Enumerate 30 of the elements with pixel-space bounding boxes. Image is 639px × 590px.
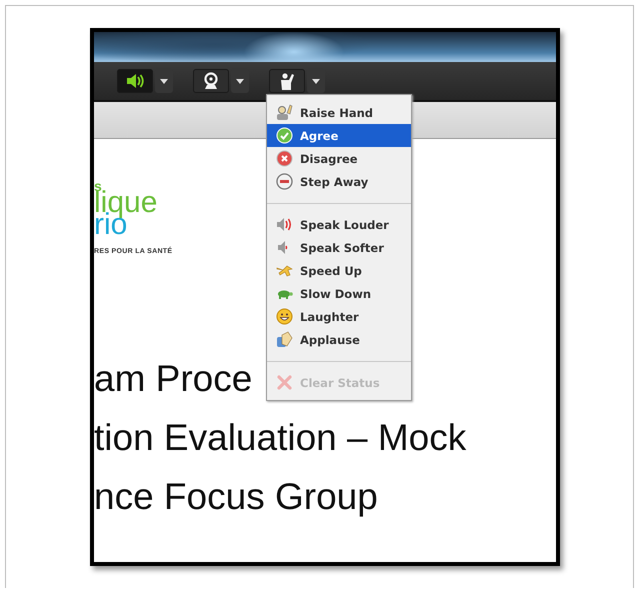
toolbar-button[interactable] xyxy=(117,69,153,93)
menu-item[interactable]: Applause xyxy=(267,328,411,351)
raised-hand-person-icon xyxy=(276,104,293,121)
clapping-hands-icon xyxy=(276,331,293,348)
check-icon xyxy=(276,127,293,144)
menu-item[interactable]: Disagree xyxy=(267,147,411,170)
menu-item[interactable]: Agree xyxy=(267,124,411,147)
caret-icon xyxy=(236,78,244,84)
menu-item[interactable]: Raise Hand xyxy=(267,101,411,124)
slide-title-line: tion Evaluation – Mock xyxy=(94,416,466,460)
menu-item[interactable]: Step Away xyxy=(267,170,411,193)
speaker-icon xyxy=(126,73,144,89)
menu-item[interactable]: Speak Softer xyxy=(267,236,411,259)
smiley-icon xyxy=(276,308,293,325)
caret-icon xyxy=(160,78,168,84)
cross-circle-icon xyxy=(276,150,293,167)
slide-title-line: nce Focus Group xyxy=(94,475,378,519)
minus-circle-icon xyxy=(276,173,293,190)
raised-hand-person-icon xyxy=(278,72,296,90)
slide-title-line: am Proce xyxy=(94,357,252,401)
menu-item[interactable]: Speak Louder xyxy=(267,213,411,236)
toolbar-button[interactable] xyxy=(269,69,305,93)
webcam-icon xyxy=(203,72,219,90)
menu-item[interactable]: Slow Down xyxy=(267,282,411,305)
caret-icon xyxy=(312,78,320,84)
loud-speaker-icon xyxy=(276,216,293,233)
menu-item[interactable]: Speed Up xyxy=(267,259,411,282)
cross-icon xyxy=(276,374,293,391)
toolbar-button[interactable] xyxy=(193,69,229,93)
menu-item[interactable]: Laughter xyxy=(267,305,411,328)
